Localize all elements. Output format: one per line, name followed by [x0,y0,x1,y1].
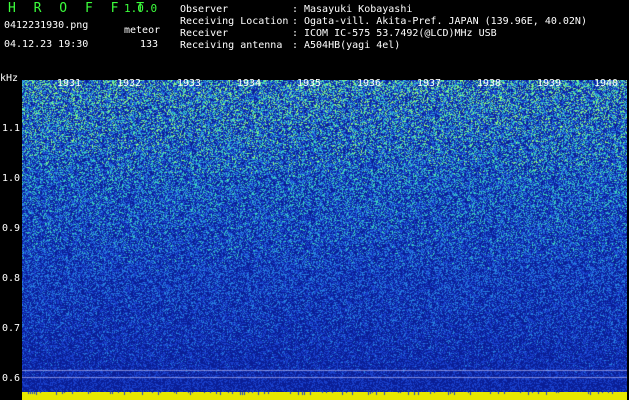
observation-datetime: 04.12.23 19:30 [4,39,89,50]
receiver-colon: : [292,28,299,39]
y-tick: 0.6 [2,373,21,384]
x-tick: 1934 [237,78,262,89]
app-version: 1.0.0 [124,2,158,15]
y-tick: 0.7 [2,323,21,334]
receiver-label: Receiver [180,28,229,39]
location-label: Receiving Location [180,16,289,27]
x-tick: 1936 [357,78,382,89]
x-tick: 1933 [177,78,202,89]
x-tick: 1939 [537,78,562,89]
y-tick: 1.1 [2,123,21,134]
meteor-count: 133 [140,39,159,50]
file-name: 0412231930.png [4,20,89,31]
antenna-label: Receiving antenna [180,40,283,51]
receiver-value: ICOM IC-575 53.7492(@LCD)MHz USB [304,28,497,39]
x-tick: 1938 [477,78,502,89]
location-value: Ogata-vill. Akita-Pref. JAPAN (139.96E, … [304,16,587,27]
mode-label: meteor [124,25,161,36]
antenna-value: A504HB(yagi 4el) [304,40,401,51]
x-tick: 1935 [297,78,322,89]
y-tick: 0.9 [2,223,21,234]
observer-label: Observer [180,4,229,15]
location-colon: : [292,16,299,27]
y-tick: 0.8 [2,273,21,284]
observer-colon: : [292,4,299,15]
antenna-colon: : [292,40,299,51]
signal-level-bars [22,392,627,400]
x-tick: 1931 [57,78,82,89]
spectrogram [22,80,627,392]
y-tick: 1.0 [2,173,21,184]
signal-level-band [22,392,627,400]
observer-value: Masayuki Kobayashi [304,4,413,15]
x-tick: 1937 [417,78,442,89]
y-axis-label: kHz [0,73,19,84]
x-tick: 1940 [594,78,619,89]
x-tick: 1932 [117,78,142,89]
spectrogram-canvas [22,80,627,392]
